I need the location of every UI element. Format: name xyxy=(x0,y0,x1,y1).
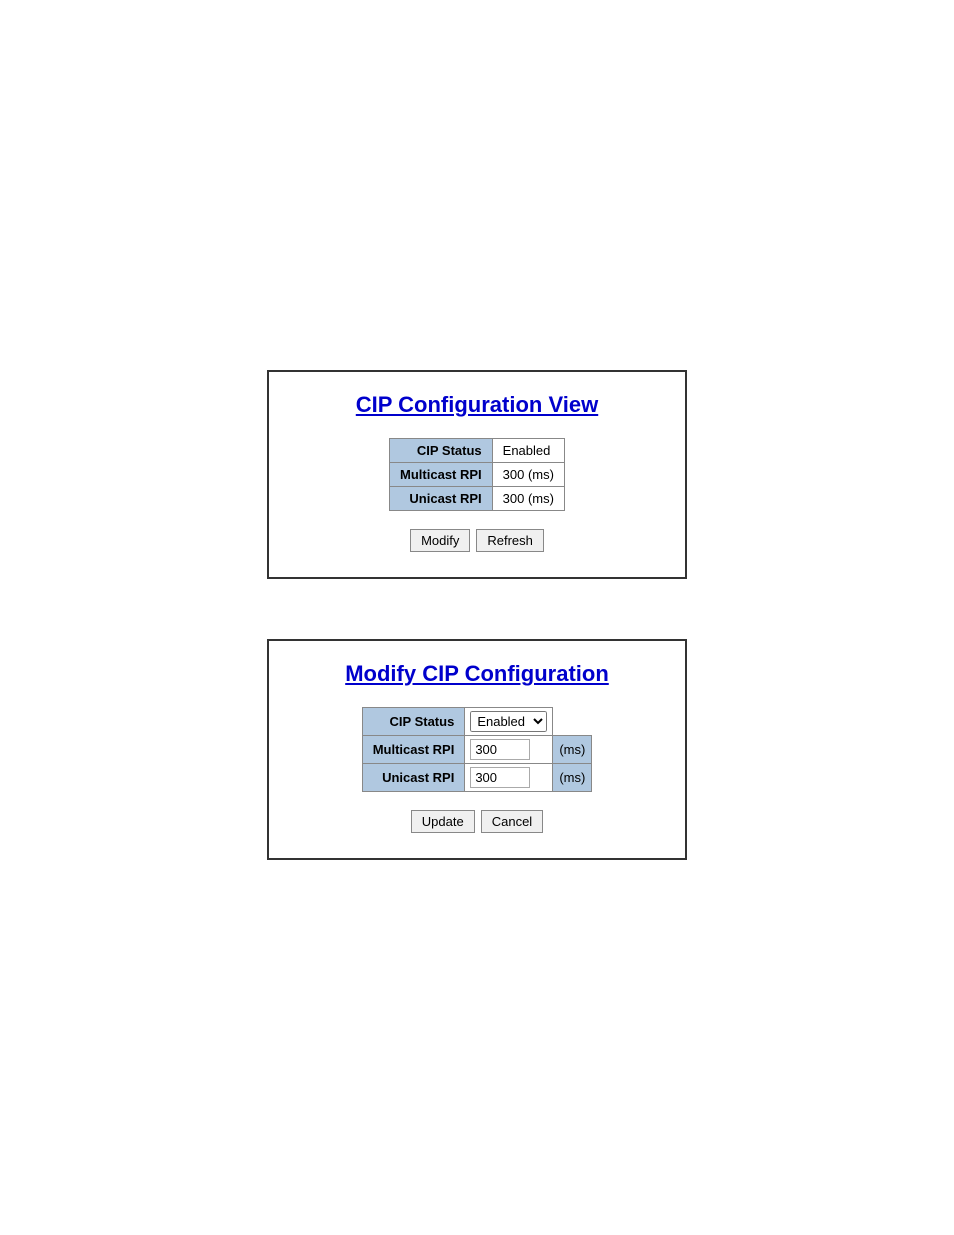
multicast-rpi-label: Multicast RPI xyxy=(390,463,493,487)
modify-button[interactable]: Modify xyxy=(410,529,470,552)
unicast-rpi-value: 300 (ms) xyxy=(492,487,564,511)
cip-status-value: Enabled xyxy=(492,439,564,463)
modify-button-row: Update Cancel xyxy=(411,810,543,833)
mod-multicast-rpi-label: Multicast RPI xyxy=(362,736,465,764)
table-row: CIP Status Enabled Disabled xyxy=(362,708,592,736)
table-row: Unicast RPI 300 (ms) xyxy=(390,487,565,511)
modify-panel-title: Modify CIP Configuration xyxy=(345,661,609,687)
multicast-rpi-input[interactable] xyxy=(470,739,530,760)
mod-cip-status-input-cell: Enabled Disabled xyxy=(465,708,553,736)
cip-status-select[interactable]: Enabled Disabled xyxy=(470,711,547,732)
table-row: Multicast RPI 300 (ms) xyxy=(390,463,565,487)
cancel-button[interactable]: Cancel xyxy=(481,810,543,833)
mod-cip-status-label: CIP Status xyxy=(362,708,465,736)
unicast-rpi-unit: (ms) xyxy=(553,764,592,792)
modify-info-table: CIP Status Enabled Disabled Multicast RP… xyxy=(362,707,593,792)
unicast-rpi-input[interactable] xyxy=(470,767,530,788)
view-info-table: CIP Status Enabled Multicast RPI 300 (ms… xyxy=(389,438,565,511)
update-button[interactable]: Update xyxy=(411,810,475,833)
multicast-rpi-value: 300 (ms) xyxy=(492,463,564,487)
view-button-row: Modify Refresh xyxy=(410,529,544,552)
mod-unicast-rpi-label: Unicast RPI xyxy=(362,764,465,792)
table-row: CIP Status Enabled xyxy=(390,439,565,463)
cip-status-label: CIP Status xyxy=(390,439,493,463)
cip-view-panel: CIP Configuration View CIP Status Enable… xyxy=(267,370,687,579)
table-row: Multicast RPI (ms) xyxy=(362,736,592,764)
mod-unicast-rpi-input-cell xyxy=(465,764,553,792)
refresh-button[interactable]: Refresh xyxy=(476,529,544,552)
multicast-rpi-unit: (ms) xyxy=(553,736,592,764)
cip-modify-panel: Modify CIP Configuration CIP Status Enab… xyxy=(267,639,687,860)
mod-multicast-rpi-input-cell xyxy=(465,736,553,764)
view-panel-title: CIP Configuration View xyxy=(356,392,598,418)
table-row: Unicast RPI (ms) xyxy=(362,764,592,792)
unicast-rpi-label: Unicast RPI xyxy=(390,487,493,511)
